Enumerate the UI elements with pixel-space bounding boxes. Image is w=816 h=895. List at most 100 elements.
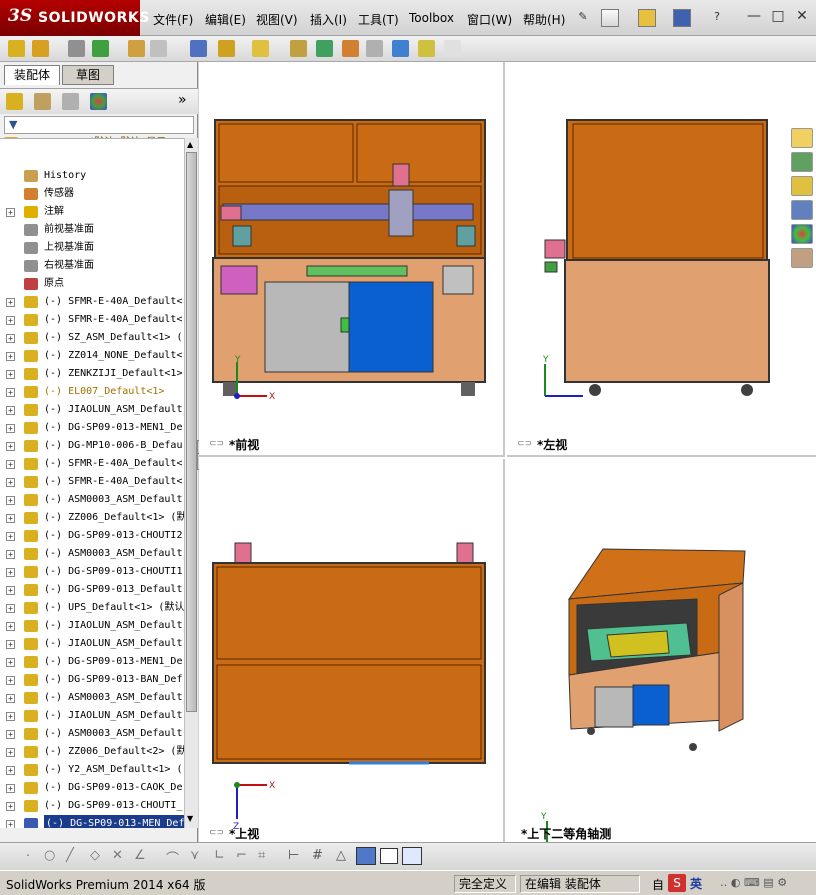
tree-item[interactable]: 前视基准面	[0, 221, 184, 239]
open-folder-icon[interactable]	[638, 9, 656, 27]
expand-toggle-icon[interactable]: +	[6, 676, 15, 685]
tree-item[interactable]: + (-) JIAOLUN_ASM_Default	[0, 635, 184, 653]
new-motion-study-icon[interactable]	[290, 40, 307, 57]
tree-item[interactable]: 传感器	[0, 185, 184, 203]
custom-properties-icon[interactable]	[791, 248, 813, 268]
view-palette-icon[interactable]	[791, 200, 813, 220]
tree-filter-field[interactable]: ▼	[4, 116, 194, 134]
assembly-features-icon[interactable]	[218, 40, 235, 57]
expand-toggle-icon[interactable]: +	[6, 586, 15, 595]
polygon-icon[interactable]: ◇	[90, 848, 100, 863]
tree-item[interactable]: + (-) SFMR-E-40A_Default<	[0, 293, 184, 311]
four-view-icon[interactable]	[402, 847, 422, 865]
feature-manager-tree-icon[interactable]	[6, 93, 23, 110]
expand-toggle-icon[interactable]: +	[6, 622, 15, 631]
tree-item[interactable]: + (-) EL007_Default<1>	[0, 383, 184, 401]
expand-toggle-icon[interactable]: +	[6, 658, 15, 667]
expand-toggle-icon[interactable]: +	[6, 694, 15, 703]
scroll-down-icon[interactable]: ▼	[187, 814, 193, 823]
expand-toggle-icon[interactable]: +	[6, 388, 15, 397]
design-library-icon[interactable]	[791, 152, 813, 172]
ime-language[interactable]: 英	[690, 875, 702, 892]
tree-item[interactable]: + (-) ZZ006_Default<2> (默	[0, 743, 184, 761]
minimize-icon[interactable]: —	[746, 9, 762, 25]
tree-item[interactable]: + (-) DG-SP09-013_Default	[0, 581, 184, 599]
new-document-icon[interactable]	[601, 9, 619, 27]
tree-item[interactable]: + (-) ZENKZIJI_Default<1>	[0, 365, 184, 383]
expand-toggle-icon[interactable]: +	[6, 730, 15, 739]
expand-toggle-icon[interactable]: +	[6, 802, 15, 811]
point-icon[interactable]: ·	[26, 849, 30, 864]
show-hidden-icon[interactable]	[190, 40, 207, 57]
tree-item[interactable]: + (-) SFMR-E-40A_Default<	[0, 473, 184, 491]
tree-item[interactable]: + (-) JIAOLUN_ASM_Default	[0, 707, 184, 725]
property-manager-icon[interactable]	[34, 93, 51, 110]
menu-help[interactable]: 帮助(H)	[523, 11, 565, 28]
appearances-icon[interactable]	[791, 224, 813, 244]
expand-toggle-icon[interactable]: +	[6, 496, 15, 505]
expand-toggle-icon[interactable]: +	[6, 640, 15, 649]
viewport-top[interactable]: X Z *上视 ⊂⊃	[199, 459, 505, 842]
tree-item[interactable]: + (-) DG-SP09-013-MEN1_De	[0, 419, 184, 437]
extend-icon[interactable]: ∠	[134, 848, 146, 863]
tree-item[interactable]: + (-) JIAOLUN_ASM_Default	[0, 617, 184, 635]
restore-icon[interactable]: □	[770, 9, 786, 25]
mirror-icon[interactable]: ⋎	[190, 848, 200, 863]
mate-icon[interactable]	[68, 40, 85, 57]
expand-toggle-icon[interactable]: +	[6, 370, 15, 379]
menu-toolbox[interactable]: Toolbox	[409, 11, 454, 25]
expand-toggle-icon[interactable]: +	[6, 334, 15, 343]
scroll-up-icon[interactable]: ▲	[187, 140, 193, 149]
expand-toggle-icon[interactable]: +	[6, 712, 15, 721]
linear-pattern-icon[interactable]	[92, 40, 109, 57]
instant3d-icon[interactable]	[444, 40, 461, 57]
trim-icon[interactable]: ✕	[112, 848, 123, 863]
expand-toggle-icon[interactable]: +	[6, 550, 15, 559]
offset-icon[interactable]: ⌒	[166, 848, 179, 867]
tree-item[interactable]: + (-) DG-SP09-013-MEN_Def	[0, 815, 184, 828]
smart-fasteners-icon[interactable]	[128, 40, 145, 57]
tab-sketch[interactable]: 草图	[62, 65, 114, 85]
scrollbar-thumb[interactable]	[186, 152, 197, 712]
viewport-isometric[interactable]: Y X Z *上下二等角轴测	[507, 459, 816, 842]
expand-toggle-icon[interactable]: +	[6, 298, 15, 307]
tree-item[interactable]: + (-) ASM0003_ASM_Default	[0, 689, 184, 707]
expand-toggle-icon[interactable]: +	[6, 208, 15, 217]
menu-view[interactable]: 视图(V)	[256, 11, 298, 28]
fillet-icon[interactable]: ∟	[214, 848, 225, 863]
tree-item[interactable]: + (-) Y2_ASM_Default<1> (	[0, 761, 184, 779]
close-icon[interactable]: ✕	[794, 9, 810, 25]
tab-assembly[interactable]: 装配体	[4, 65, 60, 85]
tree-item[interactable]: + (-) DG-SP09-013-CHOUTI1	[0, 563, 184, 581]
tree-item[interactable]: + (-) DG-SP09-013-CAOK_De	[0, 779, 184, 797]
expand-toggle-icon[interactable]: +	[6, 532, 15, 541]
expand-toggle-icon[interactable]: +	[6, 748, 15, 757]
tree-item[interactable]: + (-) DG-SP09-013-BAN_Def	[0, 671, 184, 689]
expand-toggle-icon[interactable]: +	[6, 568, 15, 577]
chamfer-icon[interactable]: ⌐	[236, 848, 247, 863]
tree-item[interactable]: + (-) ASM0003_ASM_Default	[0, 725, 184, 743]
tree-item[interactable]: + (-) SFMR-E-40A_Default<	[0, 455, 184, 473]
file-explorer-icon[interactable]	[791, 176, 813, 196]
configuration-manager-icon[interactable]	[62, 93, 79, 110]
menu-file[interactable]: 文件(F)	[153, 11, 193, 28]
grid-icon[interactable]: #	[312, 848, 323, 863]
tree-item[interactable]: + (-) ASM0003_ASM_Default	[0, 545, 184, 563]
solidworks-logo[interactable]: 3S SOLIDWORKS	[0, 0, 149, 36]
ime-toolbar-icons[interactable]: ‥ ◐ ⌨ ▤ ⚙	[720, 876, 787, 889]
expand-toggle-icon[interactable]: +	[6, 352, 15, 361]
menu-tools[interactable]: 工具(T)	[358, 11, 399, 28]
assembly-icon[interactable]	[8, 40, 25, 57]
explode-line-sketch-icon[interactable]	[366, 40, 383, 57]
graphics-area[interactable]: 🔍 🔍 ◫ ◫ — ❐ ✕	[199, 62, 816, 842]
ime-logo-icon[interactable]: S	[668, 874, 686, 892]
menu-window[interactable]: 窗口(W)	[467, 11, 512, 28]
shaded-view-icon[interactable]	[356, 847, 376, 865]
tree-item[interactable]: + (-) JIAOLUN_ASM_Default	[0, 401, 184, 419]
tree-item[interactable]: + (-) DG-MP10-006-B_Defau	[0, 437, 184, 455]
tree-item[interactable]: History	[0, 167, 184, 185]
tree-item[interactable]: + (-) SZ_ASM_Default<1> (	[0, 329, 184, 347]
menu-edit[interactable]: 编辑(E)	[205, 11, 246, 28]
tree-scrollbar[interactable]: ▲ ▼	[184, 138, 198, 828]
tree-item[interactable]: + (-) DG-SP09-013-MEN1_De	[0, 653, 184, 671]
